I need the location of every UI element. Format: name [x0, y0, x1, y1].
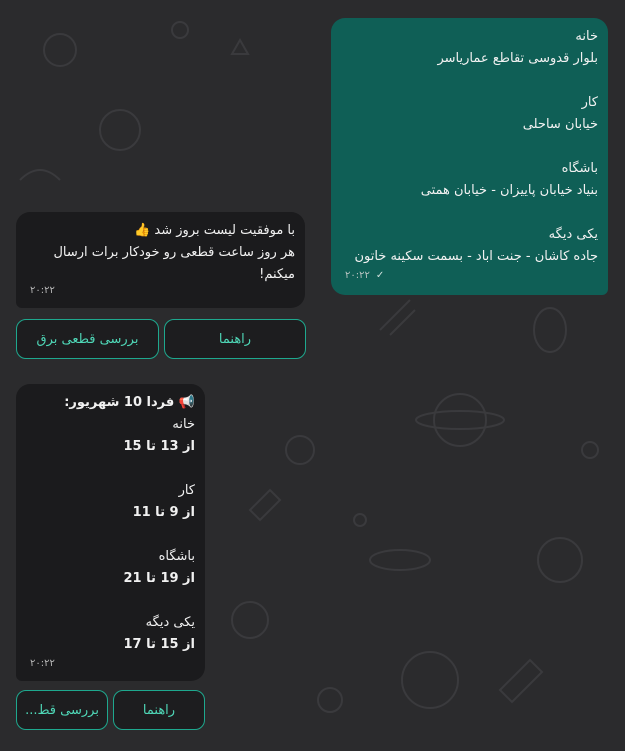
message-line: بلوار قدوسی تقاطع عمارياسر — [437, 51, 598, 66]
message-line: میکنم! — [259, 267, 295, 282]
message-timestamp: ۲۰:۲۲ — [30, 658, 55, 669]
message-timestamp: ۲۰:۲۲ — [30, 285, 55, 296]
guide-button[interactable]: راهنما — [164, 319, 306, 359]
schedule-location: خانه — [172, 417, 195, 432]
message-line: هر روز ساعت قطعی رو خودکار برات ارسال — [53, 245, 295, 260]
message-line: کار — [581, 95, 598, 110]
message-line: خانه — [575, 29, 598, 44]
schedule-time-range: از 19 تا 21 — [123, 571, 195, 586]
schedule-location: باشگاه — [158, 549, 195, 564]
check-icon: ✓ — [375, 270, 385, 281]
guide-button[interactable]: راهنما — [113, 690, 205, 730]
message-line: باشگاه — [561, 161, 598, 176]
message-line: با موفقیت لیست بروز شد 👍 — [24, 220, 295, 242]
update-confirmation-bubble: با موفقیت لیست بروز شد 👍 هر روز ساعت قطع… — [16, 212, 305, 308]
outage-schedule-bubble: 📢 فردا 10 شهریور: خانه از 13 تا 15 کار ا… — [16, 384, 205, 681]
check-power-outage-button[interactable]: بررسی قط... — [16, 690, 108, 730]
schedule-date: فردا 10 شهریور: — [64, 395, 175, 410]
thumbs-up-icon: 👍 — [134, 223, 151, 238]
megaphone-icon: 📢 — [178, 395, 195, 410]
message-timestamp: ۲۰:۲۲ ✓ — [345, 265, 384, 287]
schedule-location: یکی دیگه — [145, 615, 195, 630]
message-text: با موفقیت لیست بروز شد — [154, 223, 295, 238]
schedule-header: 📢 فردا 10 شهریور: — [24, 392, 195, 414]
schedule-time-range: از 13 تا 15 — [123, 439, 195, 454]
sent-message-bubble: خانه بلوار قدوسی تقاطع عمارياسر کار خیاب… — [331, 18, 608, 295]
message-line: بنیاد خیابان پاییزان - خیابان همتی — [420, 183, 598, 198]
timestamp-text: ۲۰:۲۲ — [345, 270, 370, 281]
message-line: یکی دیگه — [548, 227, 598, 242]
schedule-location: کار — [178, 483, 195, 498]
check-power-outage-button[interactable]: بررسی قطعی برق — [16, 319, 159, 359]
message-line: خیابان ساحلی — [522, 117, 598, 132]
schedule-time-range: از 9 تا 11 — [132, 505, 195, 520]
